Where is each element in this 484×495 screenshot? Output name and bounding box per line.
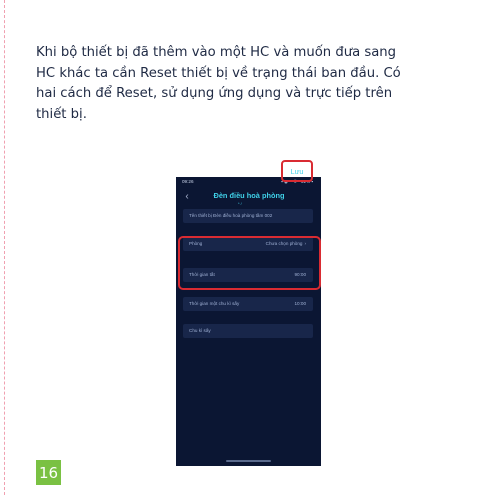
screen-subtitle: * /	[238, 201, 242, 206]
cycle-time-row[interactable]: Thời gian một chu kì sấy 10:00	[183, 297, 313, 311]
status-time: 09:26	[182, 179, 194, 184]
device-name-text: Tên thiết bị Đèn điều hoà phòng tầm 002	[189, 213, 273, 218]
save-button[interactable]: Lưu	[281, 160, 313, 182]
home-indicator	[226, 460, 271, 462]
phone-screenshot: 09:26 ▪ ◉ ⁵⁶ ll ⁴ 62% ▪ ‹ Đèn điều hoà p…	[176, 177, 321, 466]
highlight-box	[178, 236, 321, 290]
paragraph-line: thiết bị.	[36, 106, 87, 122]
page-margin-line	[4, 0, 5, 495]
device-name-field[interactable]: Tên thiết bị Đèn điều hoà phòng tầm 002	[183, 209, 313, 223]
page-number-badge: 16	[36, 460, 61, 485]
body-paragraph: Khi bộ thiết bị đã thêm vào một HC và mu…	[36, 43, 484, 125]
screen-title: Đèn điều hoà phòng	[213, 191, 285, 200]
cycle-label: Chu kì sấy	[189, 328, 211, 333]
paragraph-line: Khi bộ thiết bị đã thêm vào một HC và mu…	[36, 45, 397, 60]
paragraph-line: hai cách để Reset, sử dụng ứng dụng và t…	[36, 86, 393, 101]
paragraph-line: HC khác ta cần Reset thiết bị về trạng t…	[36, 65, 401, 81]
cycle-time-value: 10:00	[294, 301, 307, 306]
back-chevron-icon[interactable]: ‹	[181, 189, 193, 205]
cycle-time-label: Thời gian một chu kì sấy	[189, 301, 240, 306]
cycle-row[interactable]: Chu kì sấy	[183, 324, 313, 338]
